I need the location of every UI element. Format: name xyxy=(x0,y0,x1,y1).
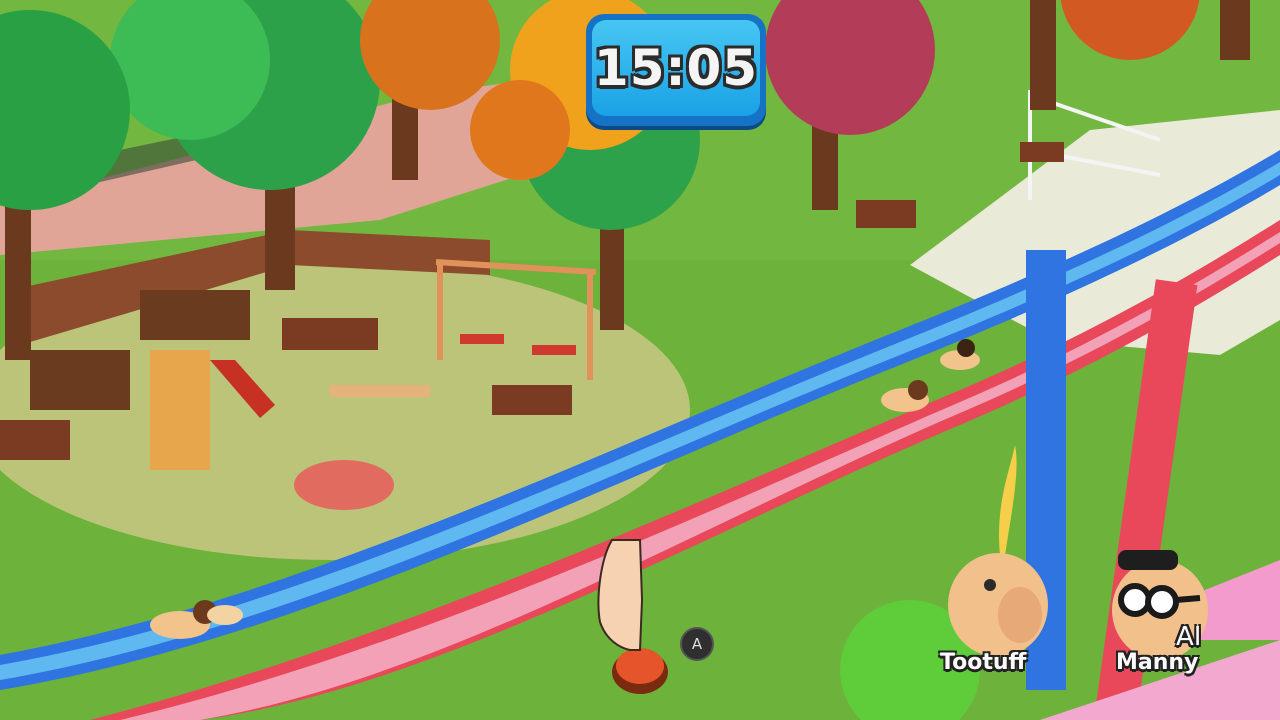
match-timer-panel: 15:05 xyxy=(592,20,760,116)
a-button-prompt: A xyxy=(680,627,714,661)
match-timer: 15:05 xyxy=(586,14,766,126)
match-timer-text: 15:05 xyxy=(593,39,759,97)
player-name-manny: Manny xyxy=(1116,650,1199,675)
player-name-tootuff: Tootuff xyxy=(940,650,1027,675)
player-tag-ai: AI xyxy=(1176,622,1202,652)
